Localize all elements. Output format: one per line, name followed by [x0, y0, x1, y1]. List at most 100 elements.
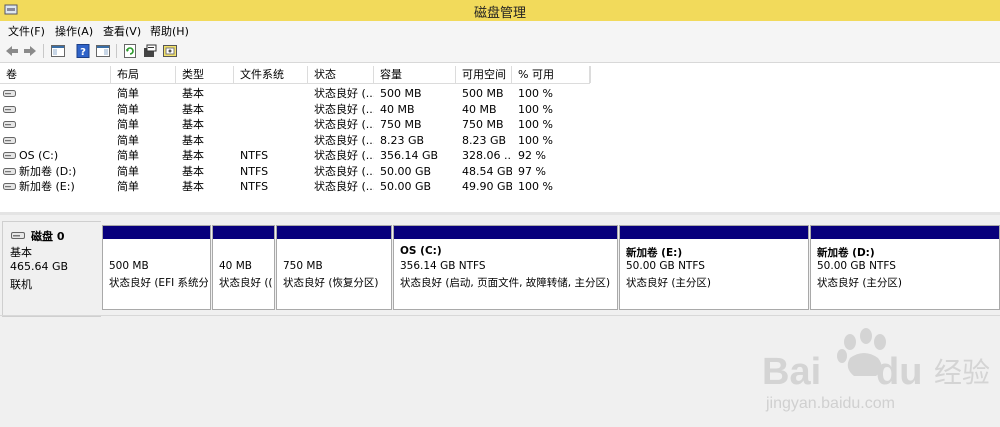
- title-bar: 磁盘管理: [0, 0, 1000, 21]
- partition-header-bar: [394, 226, 617, 239]
- column-header-capacity[interactable]: 容量: [374, 66, 456, 83]
- watermark-url: jingyan.baidu.com: [765, 395, 895, 412]
- cell-status: 状态良好 (...: [314, 102, 374, 116]
- partition-header-bar: [277, 226, 391, 239]
- cell-free-space: 500 MB: [462, 87, 504, 100]
- refresh-icon[interactable]: [122, 43, 138, 59]
- console-tree-icon[interactable]: [50, 43, 66, 59]
- partition-block[interactable]: 新加卷 (D:) 50.00 GB NTFS 状态良好 (主分区): [810, 225, 1000, 310]
- menu-bar: 文件(F) 操作(A) 查看(V) 帮助(H): [0, 21, 1000, 40]
- partition-status: 状态良好 (主分区): [626, 277, 712, 289]
- partition-size: 50.00 GB NTFS: [817, 260, 896, 272]
- cell-layout: 简单: [117, 180, 139, 193]
- menu-action[interactable]: 操作(A): [55, 23, 93, 39]
- forward-icon[interactable]: [22, 43, 38, 59]
- show-hide-icon[interactable]: [95, 43, 111, 59]
- cell-status: 状态良好 (...: [314, 180, 374, 193]
- disk-graphical-view: 磁盘 0 基本 465.64 GB 联机 500 MB 状态良好 (EFI 系统分…: [0, 215, 1000, 427]
- partition-title: 新加卷 (E:): [626, 247, 683, 259]
- cell-capacity: 750 MB: [380, 118, 422, 131]
- disk-icon: [11, 232, 25, 239]
- toolbar-separator: [43, 44, 44, 58]
- volume-row[interactable]: 简单 基本 状态良好 (... 750 MB 750 MB 100 %: [0, 117, 600, 132]
- cell-free-space: 49.90 GB: [462, 180, 512, 193]
- column-header-filesystem[interactable]: 文件系统: [234, 66, 308, 83]
- menu-view[interactable]: 查看(V): [103, 23, 141, 39]
- column-header-percent-free[interactable]: % 可用: [512, 66, 590, 83]
- pane-separator: [0, 315, 1000, 316]
- partition-header-bar: [811, 226, 999, 239]
- volume-icon: [3, 167, 16, 175]
- volume-row[interactable]: 新加卷 (E:) 简单 基本 NTFS 状态良好 (... 50.00 GB 49.90 G…: [0, 179, 600, 194]
- partition-block[interactable]: 750 MB 状态良好 (恢复分区): [276, 225, 392, 310]
- partition-block[interactable]: OS (C:) 356.14 GB NTFS 状态良好 (启动, 页面文件, 故障转…: [393, 225, 618, 310]
- cell-percent-free: 97 %: [518, 164, 546, 178]
- cell-percent-free: 100 %: [518, 133, 553, 147]
- partition-block[interactable]: 新加卷 (E:) 50.00 GB NTFS 状态良好 (主分区): [619, 225, 809, 310]
- disk-name: 磁盘 0: [31, 230, 65, 243]
- watermark-brand-2: du: [876, 351, 922, 393]
- column-header-status[interactable]: 状态: [308, 66, 374, 83]
- cell-layout: 简单: [117, 102, 139, 116]
- cell-capacity: 50.00 GB: [380, 180, 432, 193]
- volume-row[interactable]: OS (C:) 简单 基本 NTFS 状态良好 (... 356.14 GB 328.06 …: [0, 148, 600, 163]
- cell-percent-free: 100 %: [518, 102, 553, 116]
- cell-capacity: 500 MB: [380, 87, 422, 100]
- cell-volume: 新加卷 (E:): [19, 180, 75, 193]
- volume-icon: [3, 136, 16, 144]
- volume-row[interactable]: 新加卷 (D:) 简单 基本 NTFS 状态良好 (... 50.00 GB 48.54 G…: [0, 164, 600, 179]
- partition-size: 500 MB: [109, 260, 149, 272]
- cell-free-space: 8.23 GB: [462, 133, 507, 147]
- disk-0-info[interactable]: 磁盘 0 基本 465.64 GB 联机: [2, 221, 101, 317]
- cell-layout: 简单: [117, 164, 139, 178]
- cell-layout: 简单: [117, 149, 139, 162]
- cell-free-space: 750 MB: [462, 118, 504, 131]
- cell-filesystem: NTFS: [240, 164, 269, 178]
- cell-percent-free: 100 %: [518, 180, 553, 193]
- help-topics-icon[interactable]: [162, 43, 178, 59]
- column-header-free-space[interactable]: 可用空间: [456, 66, 512, 83]
- partition-title: 新加卷 (D:): [817, 247, 875, 259]
- partition-size: 750 MB: [283, 260, 323, 272]
- column-header-volume[interactable]: 卷: [0, 66, 111, 83]
- partition-block[interactable]: 40 MB 状态良好 ((: [212, 225, 275, 310]
- cell-filesystem: NTFS: [240, 180, 269, 193]
- window-title: 磁盘管理: [473, 6, 526, 21]
- cell-status: 状态良好 (...: [314, 149, 374, 162]
- volume-row[interactable]: 简单 基本 状态良好 (... 8.23 GB 8.23 GB 100 %: [0, 133, 600, 148]
- cell-percent-free: 92 %: [518, 149, 546, 162]
- partition-block[interactable]: 500 MB 状态良好 (EFI 系统分: [102, 225, 211, 310]
- watermark-cn: 经验: [934, 356, 990, 389]
- disk-type: 基本: [10, 246, 32, 259]
- cell-filesystem: NTFS: [240, 149, 269, 162]
- cell-status: 状态良好 (...: [314, 118, 374, 131]
- cell-capacity: 40 MB: [380, 102, 415, 116]
- cell-volume: 新加卷 (D:): [19, 164, 77, 178]
- toolbar-separator: [116, 44, 117, 58]
- cell-percent-free: 100 %: [518, 118, 553, 131]
- partition-header-bar: [213, 226, 274, 239]
- menu-help[interactable]: 帮助(H): [150, 23, 189, 39]
- volume-icon: [3, 121, 16, 128]
- cell-capacity: 356.14 GB: [380, 149, 439, 162]
- cell-percent-free: 100 %: [518, 87, 553, 100]
- cell-free-space: 48.54 GB: [462, 164, 512, 178]
- partition-size: 356.14 GB NTFS: [400, 260, 486, 272]
- cell-type: 基本: [182, 180, 204, 193]
- help-icon[interactable]: ?: [75, 43, 91, 59]
- menu-file[interactable]: 文件(F): [8, 23, 45, 39]
- column-header-type[interactable]: 类型: [176, 66, 234, 83]
- cell-type: 基本: [182, 149, 204, 162]
- cell-capacity: 50.00 GB: [380, 164, 432, 178]
- partition-header-bar: [620, 226, 808, 239]
- volume-icon: [3, 105, 16, 113]
- cell-status: 状态良好 (...: [314, 133, 374, 147]
- properties-icon[interactable]: [142, 43, 158, 59]
- volume-list: 卷 布局 类型 文件系统 状态 容量 可用空间 % 可用 简单 基本 状态良好 (.…: [0, 66, 1000, 212]
- column-header-layout[interactable]: 布局: [111, 66, 176, 83]
- volume-row[interactable]: 简单 基本 状态良好 (... 40 MB 40 MB 100 %: [0, 102, 600, 117]
- volume-row[interactable]: 简单 基本 状态良好 (... 500 MB 500 MB 100 %: [0, 86, 600, 101]
- back-icon[interactable]: [4, 43, 20, 59]
- partition-status: 状态良好 (EFI 系统分: [109, 277, 208, 289]
- watermark-brand: Bai: [762, 351, 821, 393]
